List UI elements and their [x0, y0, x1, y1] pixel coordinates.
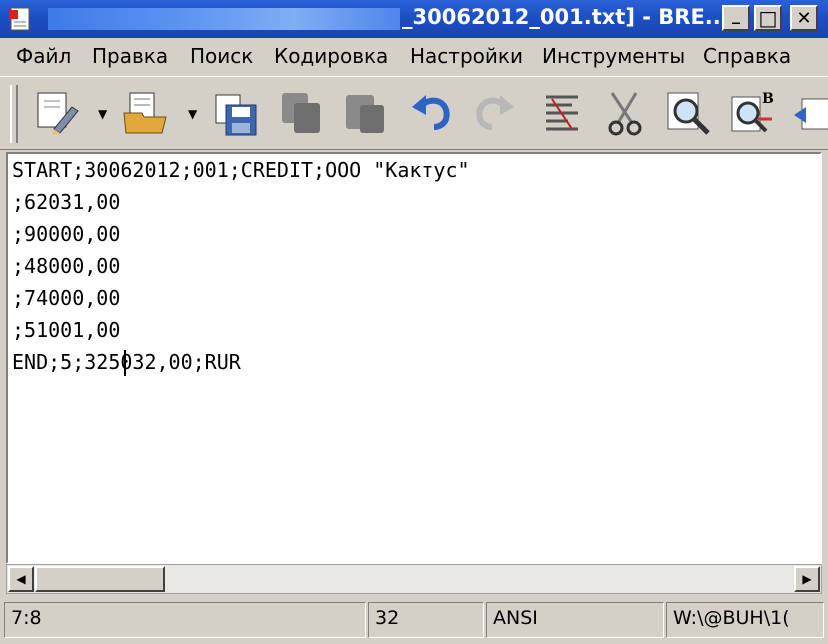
find-button[interactable] [664, 89, 712, 137]
status-file-path: W:\@BUH\1( [666, 602, 824, 638]
maximize-button[interactable]: □ [754, 5, 782, 31]
status-encoding: ANSI [486, 602, 664, 638]
app-icon [9, 7, 30, 31]
open-folder-icon [123, 92, 167, 134]
status-cursor-position: 7:8 [4, 602, 366, 638]
editor-line[interactable]: ;74000,00 [12, 286, 120, 310]
text-editor[interactable]: START;30062012;001;CREDIT;ООО "Кактус" ;… [6, 152, 822, 564]
copy-button[interactable] [278, 89, 326, 137]
status-column: 32 [368, 602, 484, 638]
undo-icon [412, 95, 450, 130]
menu-bar: Файл Правка Поиск Кодировка Настройки Ин… [0, 38, 828, 74]
menu-help[interactable]: Справка [703, 44, 791, 68]
toolbar: ▼ ▼ B [0, 76, 828, 150]
editor-line[interactable]: ;51001,00 [12, 318, 120, 342]
format-button[interactable] [538, 89, 586, 137]
menu-encoding[interactable]: Кодировка [274, 44, 388, 68]
window-title: _30062012_001.txt] - BRE... [402, 5, 729, 29]
editor-line[interactable]: ;48000,00 [12, 254, 120, 278]
text-caret [124, 350, 126, 376]
title-redacted-region [48, 8, 400, 30]
editor-line[interactable]: START;30062012;001;CREDIT;ООО "Кактус" [12, 158, 470, 182]
horizontal-scrollbar[interactable]: ◀ ▶ [6, 564, 822, 594]
toolbar-grip[interactable] [10, 85, 18, 143]
paste-icon [346, 95, 384, 133]
undo-button[interactable] [408, 89, 456, 137]
save-button[interactable] [212, 89, 260, 137]
scroll-left-icon[interactable]: ◀ [8, 566, 34, 592]
paste-button[interactable] [342, 89, 390, 137]
editor-line[interactable]: END;5;325032,00;RUR [12, 350, 241, 374]
editor-line[interactable]: ;90000,00 [12, 222, 120, 246]
open-file-dropdown-icon[interactable]: ▼ [188, 107, 197, 121]
save-icon [215, 94, 257, 136]
scroll-right-icon[interactable]: ▶ [794, 566, 820, 592]
menu-search[interactable]: Поиск [190, 44, 253, 68]
menu-tools[interactable]: Инструменты [542, 44, 685, 68]
scissors-icon [608, 92, 642, 136]
magnifier-icon [667, 92, 710, 135]
editor-line[interactable]: ;62031,00 [12, 190, 120, 214]
find-replace-button[interactable]: B [728, 89, 776, 137]
title-bar: _30062012_001.txt] - BRE... _ □ ✕ [0, 0, 828, 38]
open-file-button[interactable] [122, 89, 170, 137]
redo-button[interactable] [470, 89, 518, 137]
navigate-icon [794, 98, 828, 130]
scroll-thumb[interactable] [35, 566, 165, 592]
status-bar: 7:8 32 ANSI W:\@BUH\1( [0, 600, 828, 644]
more-tools-button[interactable] [792, 89, 828, 137]
menu-file[interactable]: Файл [16, 44, 71, 68]
copy-icon [282, 93, 320, 133]
redo-icon [476, 95, 514, 130]
menu-edit[interactable]: Правка [92, 44, 168, 68]
new-file-button[interactable] [34, 89, 82, 137]
close-button[interactable]: ✕ [790, 5, 818, 31]
cut-button[interactable] [602, 89, 650, 137]
new-file-dropdown-icon[interactable]: ▼ [98, 107, 107, 121]
find-replace-icon: B [731, 91, 774, 133]
format-lines-icon [546, 95, 578, 131]
svg-text:B: B [762, 91, 774, 107]
minimize-button[interactable]: _ [722, 5, 750, 31]
menu-settings[interactable]: Настройки [410, 44, 523, 68]
new-file-icon [37, 92, 79, 135]
